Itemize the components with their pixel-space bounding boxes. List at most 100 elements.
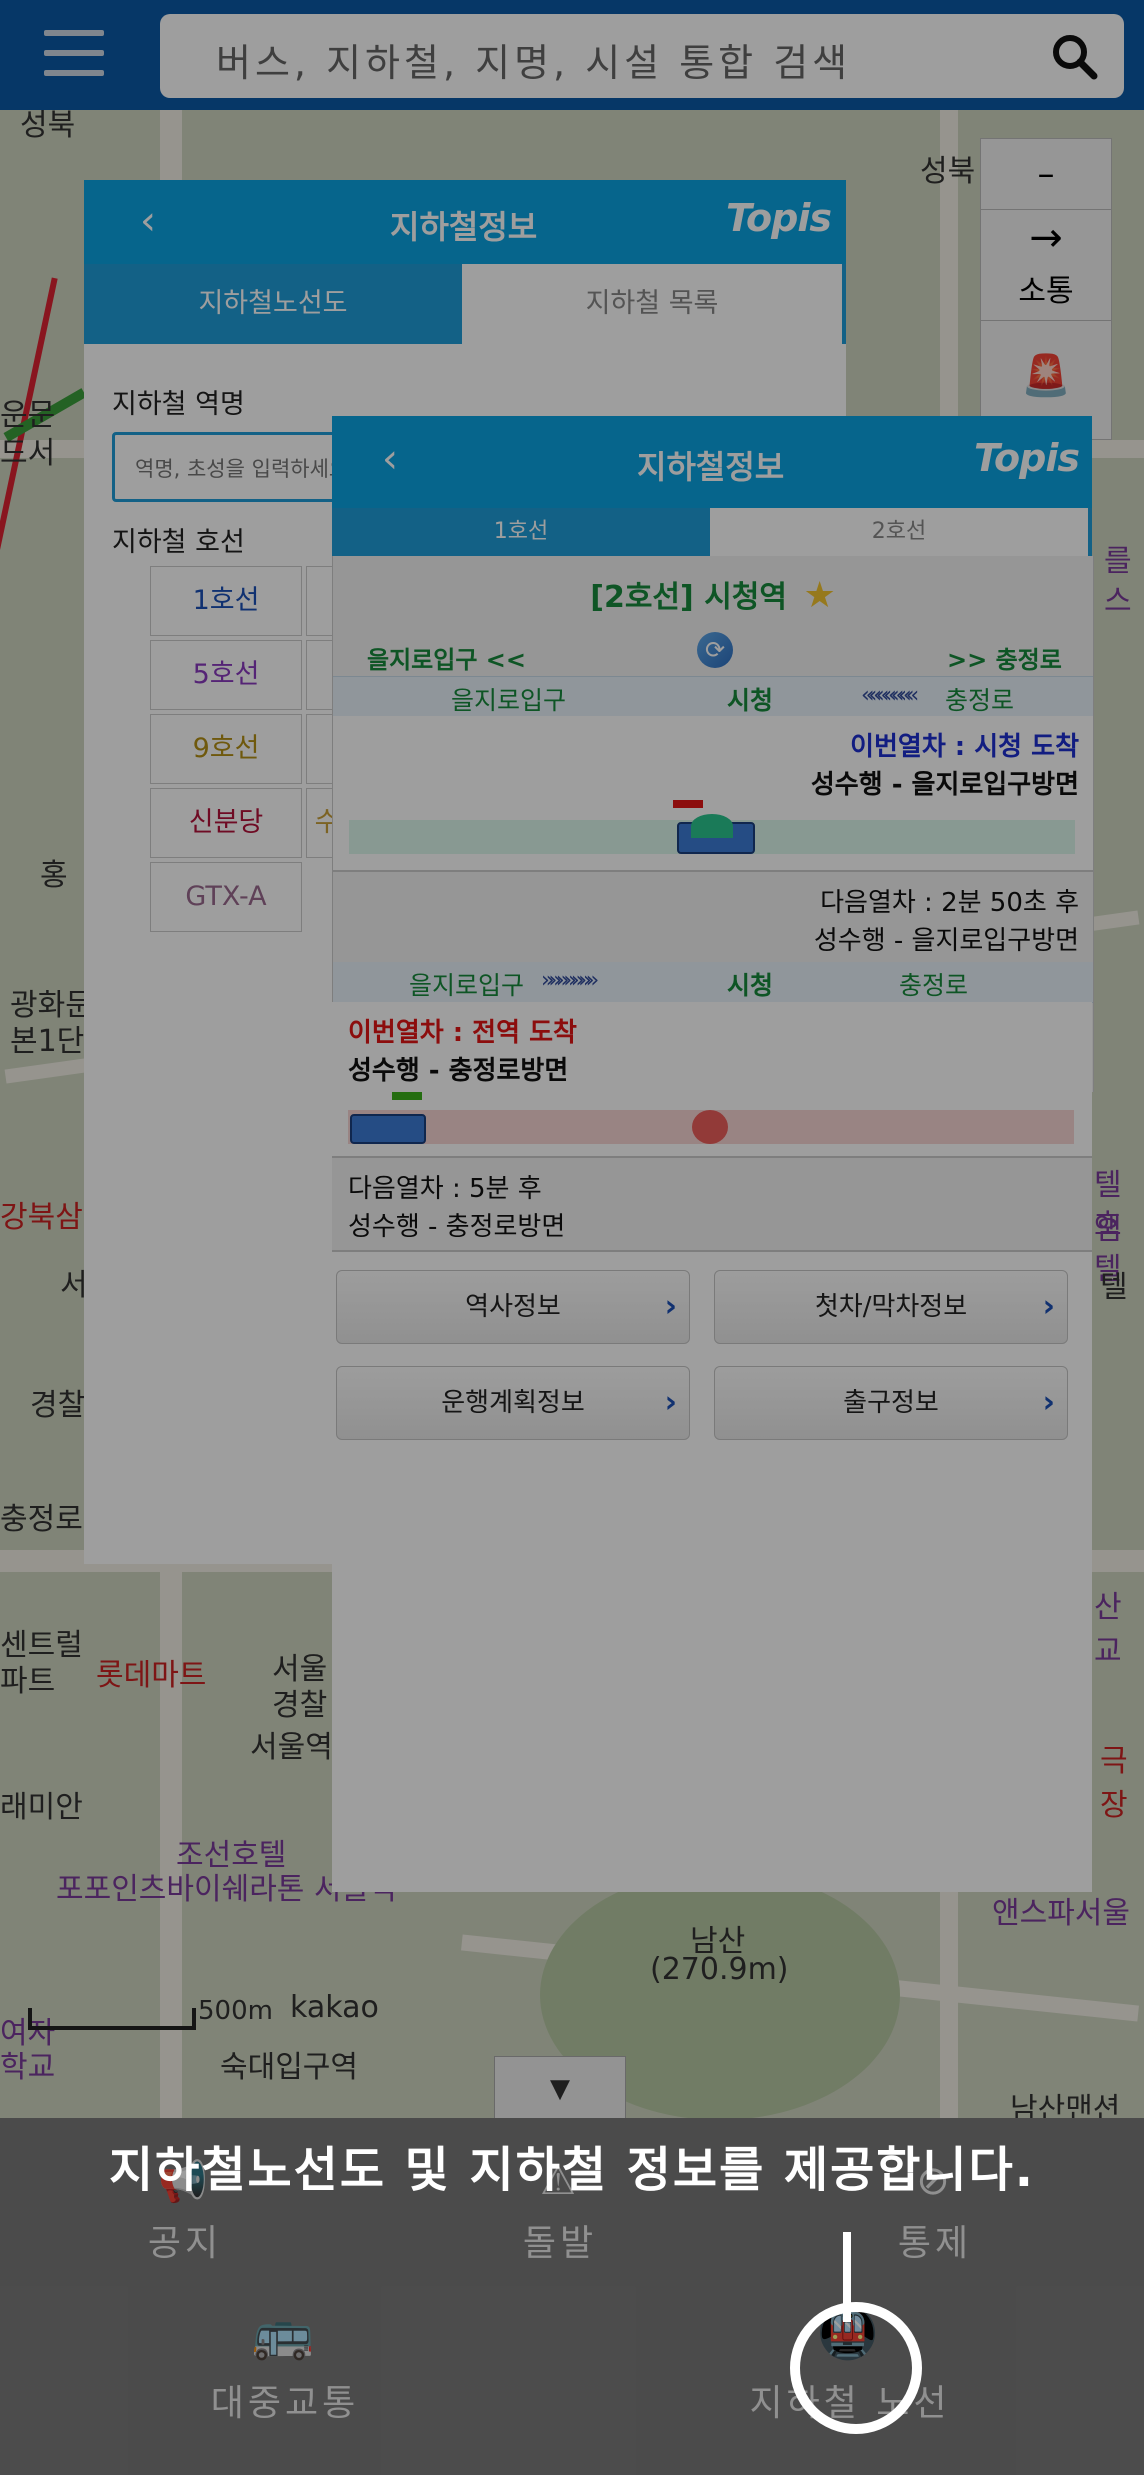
button-label: 출구정보 [843, 1388, 939, 1418]
nav-label: 대중교통 [210, 2383, 360, 2424]
first-last-train-button[interactable]: 첫차/막차정보 › [714, 1270, 1068, 1344]
map-label: 성북 [20, 110, 76, 143]
line-button-label: 신분당 [188, 807, 264, 838]
prev-station-link[interactable]: 을지로입구 << [367, 640, 526, 675]
arrow-right-icon: → [1029, 215, 1063, 261]
dir2-next-train-time: 다음열차 : 5분 후 [348, 1174, 542, 1204]
next-station-link[interactable]: >> 충정로 [947, 640, 1062, 675]
map-label: 경찰 [272, 1688, 328, 1723]
map-label: 텔 [1100, 1270, 1128, 1305]
tab-subway-map[interactable]: 지하철노선도 [84, 264, 462, 344]
alert-siren-icon[interactable]: 🚨 [981, 321, 1111, 431]
back-icon[interactable]: ‹ [382, 436, 398, 482]
button-label: 운행계획정보 [441, 1388, 585, 1418]
operation-plan-button[interactable]: 운행계획정보 › [336, 1366, 690, 1440]
map-label: 앤스파서울 [992, 1896, 1130, 1931]
map-label: 강북삼 [0, 1200, 83, 1235]
favorite-star-icon[interactable]: ★ [803, 575, 835, 616]
dir2-arrow-right-icon [392, 1092, 422, 1100]
dir1-next-train: 다음열차 : 2분 50초 후 성수행 - 을지로입구방면 [333, 870, 1093, 966]
back-icon[interactable]: ‹ [140, 198, 156, 244]
nav-label: 통제 [897, 2223, 973, 2264]
station-name-label: 지하철 역명 [112, 389, 245, 420]
nav-public-transit[interactable]: 🚌 대중교통 [190, 2304, 380, 2426]
map-label: 스 [1104, 584, 1132, 619]
dir1-center-station: 시청 [727, 686, 774, 715]
search-placeholder: 버스, 지하철, 지명, 시설 통합 검색 [216, 41, 852, 85]
line-button-label: 9호선 [192, 733, 260, 764]
zoom-out-button[interactable]: – [981, 139, 1111, 210]
map-label: 홍 [40, 858, 68, 893]
dir2-position-marker [692, 1110, 728, 1144]
dir1-train-text: 성수행 - 을지로입구방면 [810, 770, 1079, 800]
tab-label: 지하철노선도 [198, 288, 348, 319]
map-label: 산교 [1094, 1590, 1122, 1669]
line-button-label: 1호선 [192, 585, 260, 616]
map-label: 파트 [0, 1664, 56, 1699]
tab-line-1[interactable]: 1호선 [332, 508, 710, 556]
dir1-position-marker [691, 814, 733, 838]
search-box[interactable]: 버스, 지하철, 지명, 시설 통합 검색 [160, 14, 1124, 98]
dir1-left-station: 을지로입구 [451, 686, 567, 715]
button-label: 첫차/막차정보 [814, 1292, 968, 1322]
panel1-header: ‹ 지하철정보 Topis [84, 180, 846, 264]
line-button-1[interactable]: 1호선 [150, 566, 302, 636]
exit-info-button[interactable]: 출구정보 › [714, 1366, 1068, 1440]
dir1-right-station: 충정로 [945, 686, 1015, 715]
tab-label: 2호선 [871, 519, 927, 544]
tutorial-highlight-circle [790, 2302, 922, 2434]
panel1-title: 지하철정보 [390, 208, 538, 246]
map-scale-bar [28, 2008, 196, 2030]
tab-line-2[interactable]: 2호선 [710, 508, 1092, 556]
line-button-gtx-a[interactable]: GTX-A [150, 862, 302, 932]
panel2-header: ‹ 지하철정보 Topis [332, 416, 1092, 508]
dir2-train-text: 성수행 - 충정로방면 [348, 1056, 569, 1086]
map-label: 롯데마트 [96, 1658, 207, 1693]
line-button-label: 5호선 [192, 659, 260, 690]
panel2-title: 지하철정보 [637, 448, 785, 486]
map-label: 경찰 [30, 1388, 86, 1423]
topis-logo: Topis [726, 196, 832, 240]
dir1-arrow-left-icon [673, 800, 703, 808]
tab-subway-list[interactable]: 지하철 목록 [462, 264, 846, 344]
dir2-next-train-dest: 성수행 - 충정로방면 [348, 1212, 566, 1242]
traffic-button[interactable]: → 소통 [981, 210, 1111, 321]
tutorial-tip: 지하철노선도 및 지하철 정보를 제공합니다. [109, 2142, 1035, 2198]
map-label: 드서 [0, 436, 56, 471]
map-label: 본1단 [10, 1024, 85, 1059]
direction2-body: 이번열차 : 전역 도착 성수행 - 충정로방면 [332, 1002, 1092, 1156]
station-info-button[interactable]: 역사정보 › [336, 1270, 690, 1344]
map-label: 서울역 [250, 1730, 333, 1765]
chevron-right-icon: › [1042, 1385, 1055, 1420]
station-title-text: [2호선] 시청역 [590, 580, 787, 615]
line-button-sinbundang[interactable]: 신분당 [150, 788, 302, 858]
line-button-5[interactable]: 5호선 [150, 640, 302, 710]
dir1-next-train-time: 다음열차 : 2분 50초 후 [820, 888, 1079, 918]
map-label: (270.9m) [650, 1952, 789, 1987]
map-label: 숙대입구역 [220, 2050, 358, 2085]
line-button-9[interactable]: 9호선 [150, 714, 302, 784]
dir2-right-station: 충정로 [899, 971, 969, 1000]
search-icon[interactable] [1050, 32, 1098, 80]
direction1-stations: 을지로입구 시청 ««««««« 충정로 [333, 676, 1093, 718]
map-label: 를 [1104, 544, 1132, 579]
nav-label: 공지 [147, 2223, 223, 2264]
station-search-placeholder: 역명, 초성을 입력하세요 [135, 457, 349, 481]
dir1-arrival-text: 이번열차 : 시청 도착 [850, 732, 1079, 762]
dir2-chevrons-icon: »»»»»»» [541, 968, 599, 993]
topis-logo: Topis [974, 436, 1080, 480]
direction2-stations: 을지로입구 »»»»»»» 시청 충정로 [333, 962, 1093, 1003]
chevron-right-icon: › [1042, 1289, 1055, 1324]
station-title: [2호선] 시청역 ★ [333, 572, 1093, 616]
chevron-right-icon: › [664, 1289, 677, 1324]
line-button-label: GTX-A [185, 881, 267, 912]
dir2-train-icon [350, 1114, 426, 1144]
top-bar: 버스, 지하철, 지명, 시설 통합 검색 [0, 0, 1144, 110]
dir2-arrival-text: 이번열차 : 전역 도착 [348, 1018, 577, 1048]
menu-icon[interactable] [44, 30, 104, 80]
button-label: 역사정보 [465, 1292, 561, 1322]
dir1-next-train-dest: 성수행 - 을지로입구방면 [813, 926, 1079, 956]
bus-icon: 🚌 [251, 2304, 319, 2362]
map-collapse-tab[interactable]: ▼ [494, 2056, 626, 2120]
refresh-icon[interactable]: ⟳ [697, 632, 733, 668]
